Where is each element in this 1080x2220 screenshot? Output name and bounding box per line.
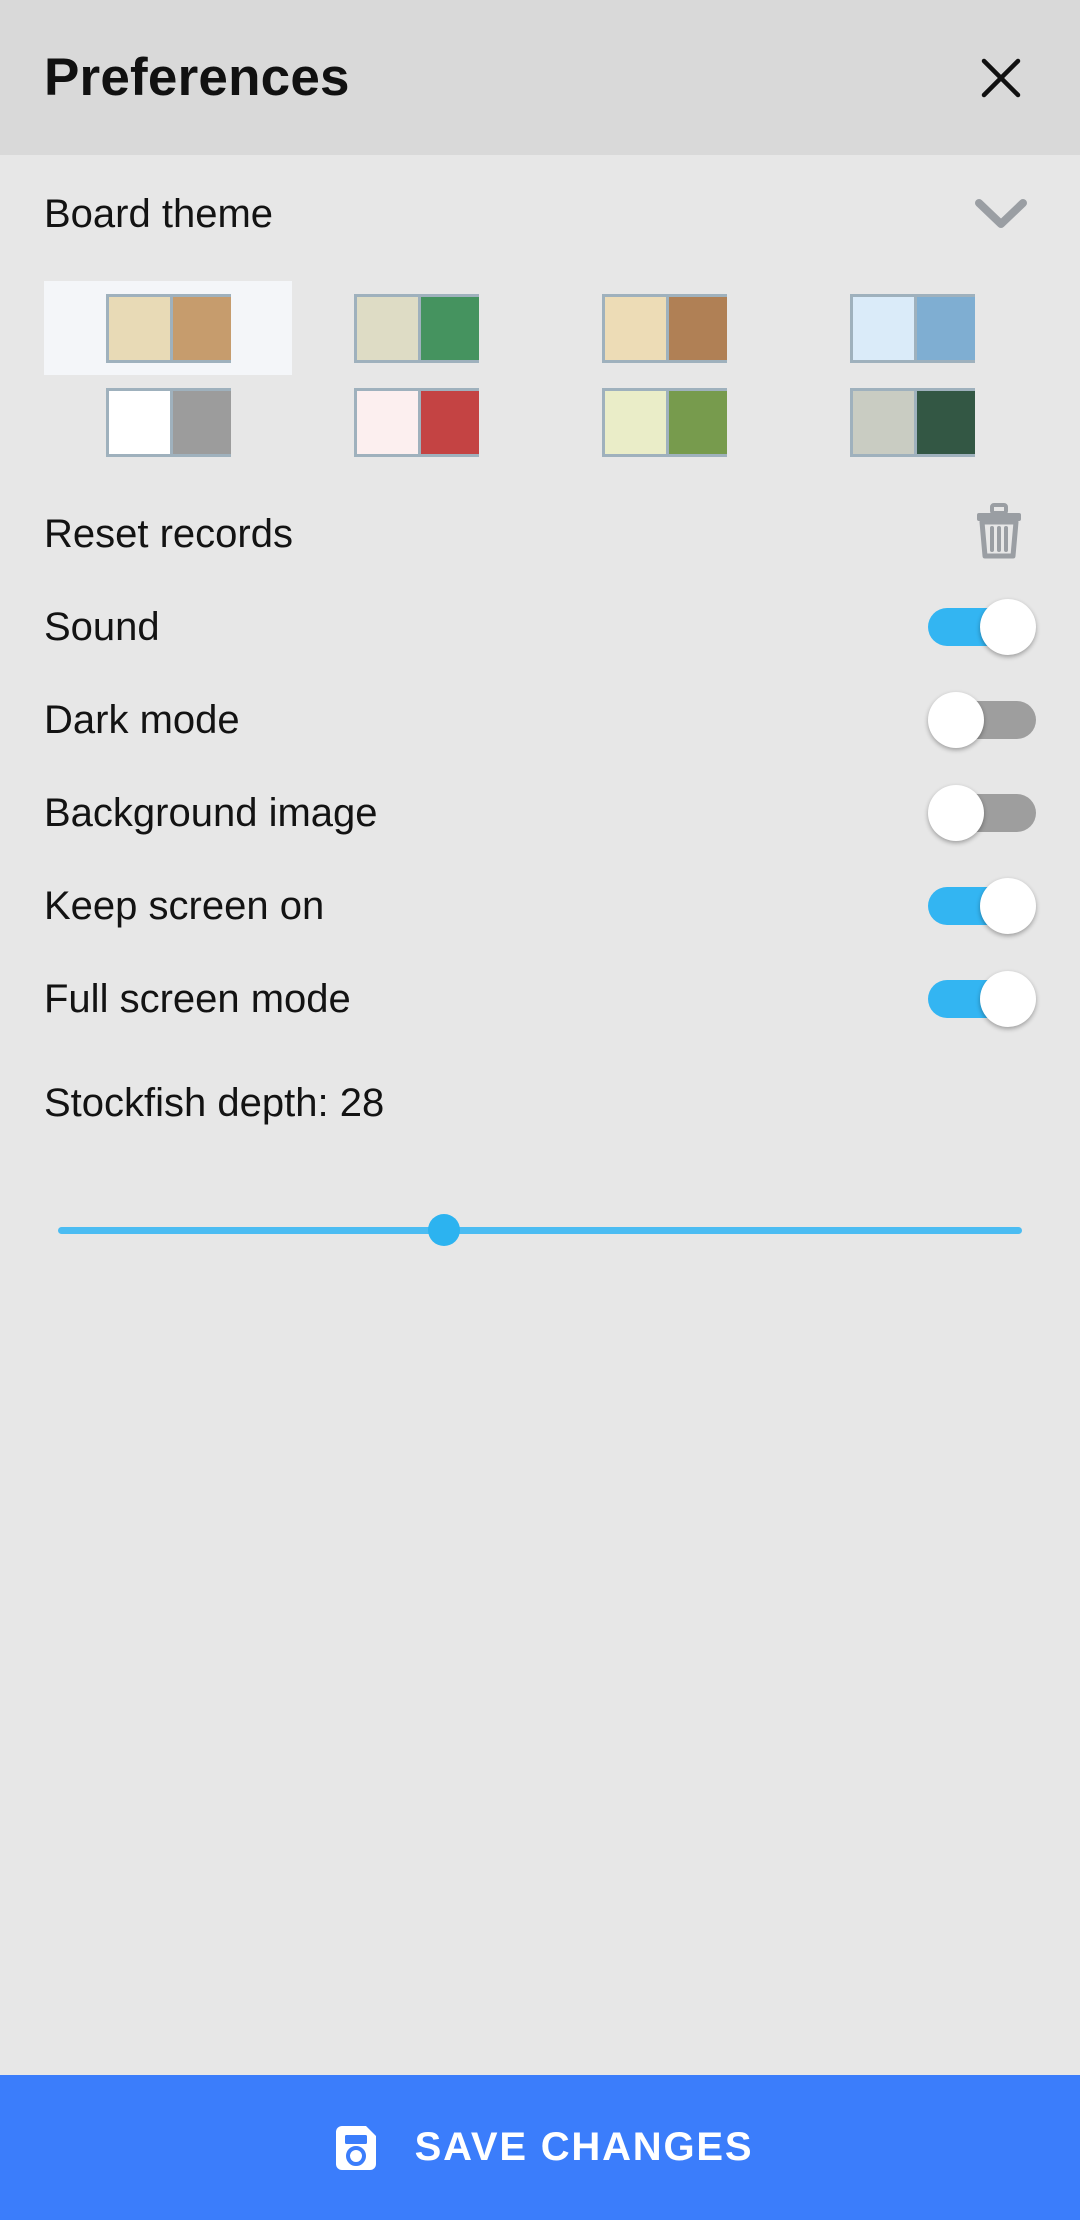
keep-screen-on-toggle[interactable] <box>928 877 1036 934</box>
sound-label: Sound <box>44 604 160 649</box>
board-theme-grid <box>44 281 1036 469</box>
theme-swatch-dark <box>665 390 727 454</box>
setting-row-keep-screen-on[interactable]: Keep screen on <box>44 859 1036 952</box>
setting-row-full-screen-mode[interactable]: Full screen mode <box>44 952 1036 1045</box>
theme-swatch-light <box>108 390 170 454</box>
full-screen-mode-toggle[interactable] <box>928 970 1036 1027</box>
theme-swatch-dark <box>169 390 231 454</box>
dark-mode-label: Dark mode <box>44 697 240 742</box>
theme-swatch-light <box>604 296 666 360</box>
theme-swatch-7[interactable] <box>788 375 1036 469</box>
stockfish-depth-slider[interactable] <box>44 1180 1036 1280</box>
theme-swatch-dark <box>417 296 479 360</box>
theme-swatch-preview <box>601 387 727 457</box>
stockfish-depth-label: Stockfish depth: 28 <box>44 1081 385 1125</box>
reset-records-label: Reset records <box>44 511 293 556</box>
dark-mode-toggle[interactable] <box>928 691 1036 748</box>
background-image-toggle[interactable] <box>928 784 1036 841</box>
slider-thumb[interactable] <box>427 1214 460 1246</box>
page-title: Preferences <box>44 48 350 107</box>
full-screen-mode-label: Full screen mode <box>44 976 351 1021</box>
theme-swatch-light <box>852 296 914 360</box>
save-changes-button[interactable]: SAVE CHANGES <box>0 2075 1080 2220</box>
theme-swatch-5[interactable] <box>292 375 540 469</box>
close-button[interactable] <box>966 43 1036 113</box>
theme-swatch-dark <box>913 390 975 454</box>
toggle-thumb <box>928 784 984 841</box>
theme-swatch-dark <box>665 296 727 360</box>
theme-swatch-6[interactable] <box>540 375 788 469</box>
theme-swatch-preview <box>353 293 479 363</box>
save-changes-label: SAVE CHANGES <box>414 2125 754 2169</box>
theme-swatch-preview <box>105 293 231 363</box>
theme-swatch-dark <box>913 296 975 360</box>
theme-swatch-light <box>108 296 170 360</box>
theme-swatch-3[interactable] <box>788 281 1036 375</box>
theme-swatch-preview <box>105 387 231 457</box>
theme-swatch-preview <box>353 387 479 457</box>
reset-records-button[interactable] <box>962 497 1036 571</box>
toggle-thumb <box>980 970 1036 1027</box>
dialog-header: Preferences <box>0 0 1080 155</box>
setting-row-sound[interactable]: Sound <box>44 580 1036 673</box>
theme-swatch-preview <box>849 387 975 457</box>
theme-swatch-1[interactable] <box>292 281 540 375</box>
theme-swatch-4[interactable] <box>44 375 292 469</box>
theme-swatch-light <box>852 390 914 454</box>
toggle-thumb <box>980 598 1036 655</box>
preferences-body: Board theme Reset records Sound Dark mod… <box>0 155 1080 2075</box>
setting-row-background-image[interactable]: Background image <box>44 766 1036 859</box>
theme-swatch-preview <box>849 293 975 363</box>
theme-swatch-light <box>604 390 666 454</box>
reset-records-row[interactable]: Reset records <box>44 487 1036 580</box>
stockfish-depth-block: Stockfish depth: 28 <box>44 1057 1036 1280</box>
background-image-label: Background image <box>44 790 378 835</box>
keep-screen-on-label: Keep screen on <box>44 883 325 928</box>
theme-swatch-preview <box>601 293 727 363</box>
theme-swatch-dark <box>169 296 231 360</box>
sound-toggle[interactable] <box>928 598 1036 655</box>
slider-track[interactable] <box>58 1214 1022 1246</box>
toggle-thumb <box>980 877 1036 934</box>
theme-swatch-2[interactable] <box>540 281 788 375</box>
setting-row-dark-mode[interactable]: Dark mode <box>44 673 1036 766</box>
theme-swatch-light <box>356 390 418 454</box>
theme-swatch-0[interactable] <box>44 281 292 375</box>
toggle-thumb <box>928 691 984 748</box>
trash-icon <box>974 503 1024 564</box>
theme-swatch-light <box>356 296 418 360</box>
theme-swatch-dark <box>417 390 479 454</box>
close-icon <box>978 55 1024 101</box>
chevron-down-icon[interactable] <box>966 186 1036 242</box>
board-theme-label: Board theme <box>44 192 274 236</box>
save-floppy-icon <box>327 2119 385 2177</box>
preferences-dialog: Preferences Board theme Reset records So… <box>0 0 1080 2220</box>
board-theme-section-header[interactable]: Board theme <box>44 155 1036 273</box>
